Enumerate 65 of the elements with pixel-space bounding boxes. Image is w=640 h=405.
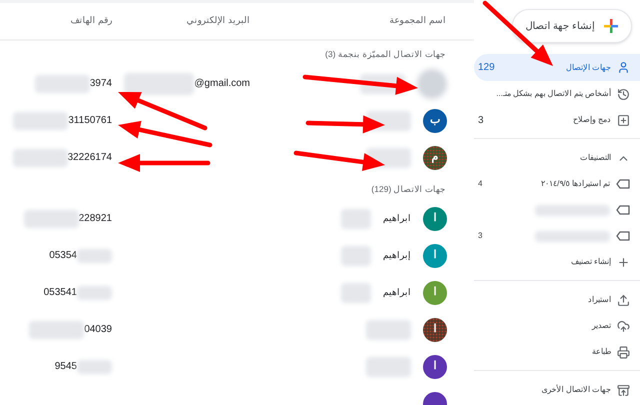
- section-title: جهات الاتصال (129): [371, 183, 446, 196]
- blurred-area: [77, 360, 112, 374]
- blurred-area: [124, 72, 194, 94]
- sidebar-item[interactable]: أشخاص يتم الاتصال بهم بشكل متـ...: [474, 81, 640, 107]
- contact-name: ابراهيم: [383, 286, 411, 300]
- blurred-area: [366, 320, 411, 340]
- create-label-item[interactable]: إنشاء تصنيف: [474, 249, 640, 275]
- sidebar-item[interactable]: جهات الاتصال الأخرى: [474, 377, 640, 403]
- label-name: تم استيرادها ٢٠١٤/٩/٥: [541, 178, 610, 190]
- blurred-area: [77, 286, 112, 300]
- phone-number: 04039: [84, 323, 112, 337]
- photo-placeholder: [417, 68, 447, 98]
- label-icon: [616, 179, 630, 189]
- sidebar-item[interactable]: استيراد: [474, 287, 640, 313]
- create-contact-button[interactable]: إنشاء جهة اتصال: [512, 9, 632, 43]
- plus-icon: [617, 256, 630, 268]
- label-icon: [616, 205, 630, 215]
- upload-icon: [617, 294, 630, 306]
- avatar: ا: [423, 318, 447, 342]
- labels-header[interactable]: التصنيفات: [474, 145, 640, 171]
- sidebar-item[interactable]: طباعة: [474, 339, 640, 365]
- section-title: جهات الاتصال المميّزة بنجمة (3): [325, 48, 446, 61]
- item-count: 4: [478, 178, 482, 190]
- phone-number: 053541: [44, 286, 77, 300]
- box-icon: [617, 384, 630, 396]
- phone-number: 32226174: [68, 151, 112, 165]
- plus-box-icon: [617, 114, 630, 126]
- label-icon: [616, 231, 630, 241]
- contact-name: إبراهيم: [383, 248, 411, 262]
- person-icon: [617, 61, 630, 74]
- column-header[interactable]: البريد الإلكتروني: [124, 14, 274, 28]
- phone-number: 05354: [49, 249, 77, 263]
- email-text: @gmail.com: [194, 77, 250, 91]
- phone-number: 31150761: [68, 114, 112, 128]
- avatar: ا: [423, 244, 447, 268]
- sidebar-item[interactable]: تصدير: [474, 313, 640, 339]
- avatar: م: [423, 146, 447, 170]
- item-count: 3: [478, 230, 482, 242]
- avatar: ب: [423, 108, 447, 132]
- blurred-area: [24, 210, 79, 228]
- blurred-area: [341, 208, 371, 228]
- column-header[interactable]: رقم الهاتف: [0, 14, 124, 28]
- blurred-area: [341, 282, 371, 302]
- blurred-area: [29, 320, 84, 338]
- blurred-area: [13, 112, 68, 130]
- item-count: 3: [478, 114, 484, 128]
- blurred-area: [12, 148, 68, 166]
- avatar: ا: [423, 206, 447, 230]
- blurred-area: [341, 246, 371, 266]
- item-count: 129: [478, 61, 495, 75]
- printer-icon: [617, 346, 630, 358]
- blurred-area: [77, 248, 112, 262]
- label-item[interactable]: 3: [474, 223, 640, 249]
- contact-name: ابراهيم: [383, 212, 411, 226]
- column-header[interactable]: اسم المجموعة: [274, 14, 474, 28]
- plus-icon: [603, 18, 619, 34]
- cloud-upload-icon: [617, 320, 630, 332]
- phone-number: 3974: [90, 77, 112, 91]
- history-icon: [617, 88, 630, 100]
- avatar: ا: [423, 280, 447, 304]
- blurred-area: [366, 356, 411, 376]
- phone-number: 9545: [54, 360, 77, 374]
- blurred-area: [34, 74, 90, 92]
- avatar: ا: [423, 354, 447, 378]
- phone-number: 228921: [78, 212, 112, 226]
